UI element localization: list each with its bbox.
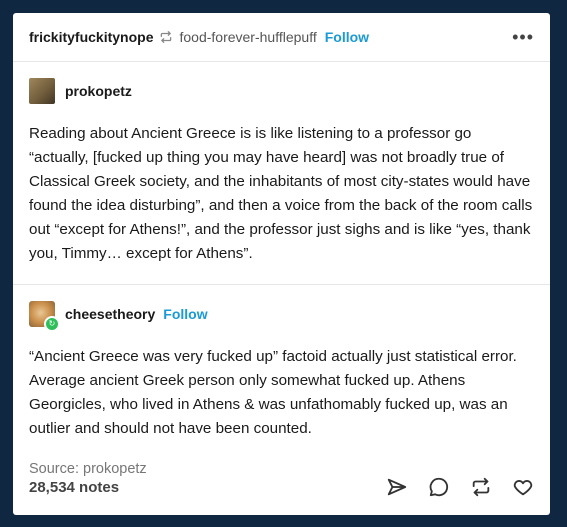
post-body-text: “Ancient Greece was very fucked up” fact… bbox=[29, 348, 517, 437]
post-actions bbox=[386, 476, 534, 498]
post-card: frickityfuckitynope food-forever-hufflep… bbox=[13, 13, 550, 515]
reblogged-from-username[interactable]: food-forever-hufflepuff bbox=[179, 29, 316, 45]
post-body-text: Reading about Ancient Greece is is like … bbox=[29, 125, 533, 262]
reblogger-username[interactable]: frickityfuckitynope bbox=[29, 29, 153, 45]
reblog-icon bbox=[159, 30, 173, 44]
post-header: frickityfuckitynope food-forever-hufflep… bbox=[13, 13, 550, 62]
notes-count[interactable]: 28,534 notes bbox=[29, 479, 119, 496]
post-author-row: prokopetz bbox=[29, 62, 534, 104]
post-footer: 28,534 notes bbox=[13, 459, 550, 515]
original-post: prokopetz Reading about Ancient Greece i… bbox=[13, 62, 550, 285]
avatar[interactable]: ↻ bbox=[29, 301, 60, 332]
follow-button[interactable]: Follow bbox=[163, 306, 207, 322]
post-author-row: ↻ cheesetheory Follow bbox=[29, 285, 534, 332]
more-options-icon[interactable]: ••• bbox=[512, 27, 534, 48]
reblog-icon[interactable] bbox=[470, 476, 492, 498]
online-badge-icon: ↻ bbox=[44, 316, 60, 332]
reply-post: ↻ cheesetheory Follow “Ancient Greece wa… bbox=[13, 285, 550, 477]
follow-button[interactable]: Follow bbox=[325, 29, 369, 45]
post-author-name[interactable]: cheesetheory bbox=[65, 306, 155, 322]
post-author-name[interactable]: prokopetz bbox=[65, 83, 132, 99]
like-icon[interactable] bbox=[512, 476, 534, 498]
share-icon[interactable] bbox=[386, 476, 408, 498]
avatar[interactable] bbox=[29, 78, 55, 104]
reply-icon[interactable] bbox=[428, 476, 450, 498]
